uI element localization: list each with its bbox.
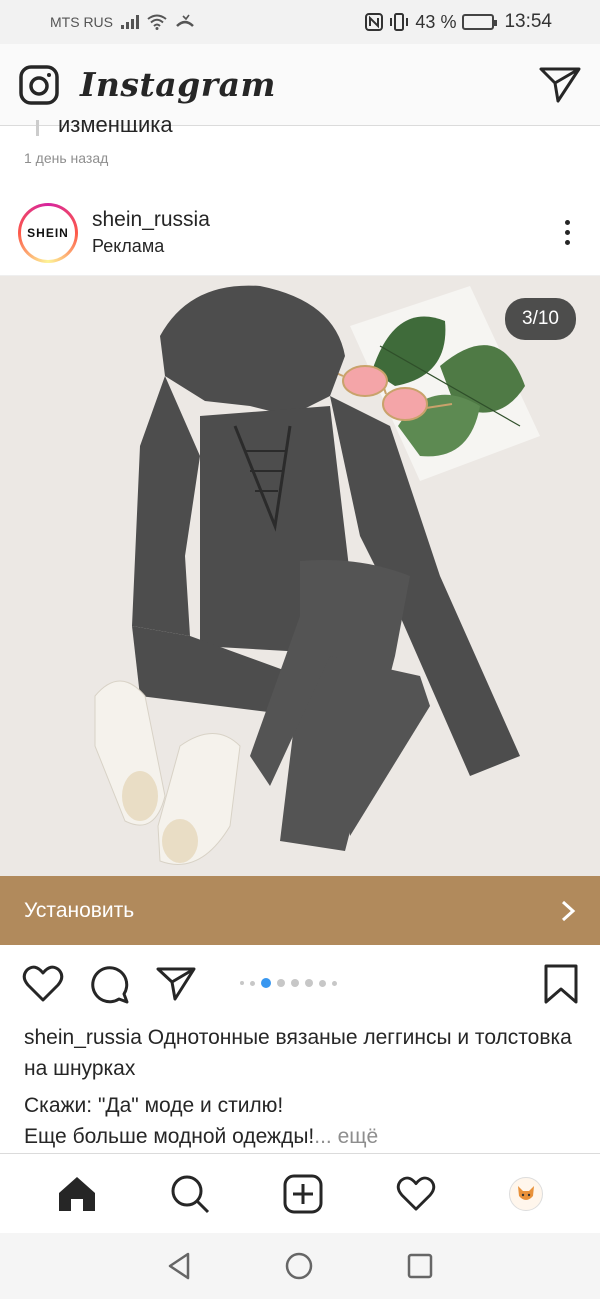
caption-username[interactable]: shein_russia: [24, 1026, 142, 1049]
wifi-icon: [147, 14, 167, 30]
home-circle-icon[interactable]: [284, 1251, 314, 1281]
camera-icon[interactable]: [18, 64, 60, 106]
sneakers-illustration: [94, 680, 241, 865]
missed-call-icon: [176, 14, 194, 27]
back-icon[interactable]: [166, 1251, 192, 1281]
post-image[interactable]: 3/10: [0, 276, 600, 876]
clock: 13:54: [504, 11, 552, 32]
system-navigation-bar: [0, 1233, 600, 1299]
status-bar: MTS RUS 43 % 13:54: [0, 0, 600, 44]
new-post-icon[interactable]: [283, 1174, 323, 1214]
nfc-icon: [365, 13, 384, 31]
post-actions-bar: [0, 960, 600, 1008]
avatar-logo: SHEIN: [21, 205, 75, 260]
carrier-label: MTS RUS: [50, 14, 113, 30]
avatar[interactable]: SHEIN: [18, 202, 78, 263]
like-heart-icon[interactable]: [22, 965, 64, 1003]
bookmark-icon[interactable]: [544, 964, 578, 1004]
caption-more-link[interactable]: ... ещё: [314, 1125, 378, 1148]
post-caption: shein_russia Однотонные вязаные леггинсы…: [24, 1022, 579, 1084]
post-caption-continued: Скажи: "Да" моде и стилю! Еще больше мод…: [24, 1090, 579, 1152]
activity-heart-icon[interactable]: [396, 1176, 436, 1212]
product-photo: [94, 285, 540, 865]
search-icon[interactable]: [170, 1174, 210, 1214]
previous-post-timestamp: 1 день назад: [24, 150, 109, 166]
share-send-icon[interactable]: [156, 966, 196, 1002]
signal-icon: [121, 15, 139, 29]
app-logo: Instagram: [80, 65, 276, 104]
carousel-indicator: [240, 978, 337, 988]
direct-message-icon[interactable]: [538, 65, 582, 105]
fox-avatar-icon: [518, 1185, 535, 1200]
recents-icon[interactable]: [406, 1252, 434, 1280]
post-header: SHEIN shein_russia Реклама: [0, 190, 600, 276]
home-icon[interactable]: [57, 1175, 97, 1213]
caption-line: Скажи: "Да" моде и стилю!: [24, 1094, 284, 1117]
caption-line: Еще больше модной одежды!: [24, 1125, 315, 1148]
more-options-icon[interactable]: [565, 220, 570, 245]
install-cta-button[interactable]: Установить: [0, 876, 600, 945]
sponsored-label: Реклама: [92, 236, 165, 256]
comment-icon[interactable]: [90, 964, 130, 1004]
cta-label: Установить: [24, 898, 135, 922]
battery-icon: [462, 14, 498, 30]
profile-avatar[interactable]: [509, 1176, 544, 1211]
battery-percent: 43 %: [415, 11, 457, 32]
previous-post-caption: изменщика: [58, 112, 173, 132]
chevron-right-icon: [561, 900, 576, 921]
bottom-navigation: [0, 1153, 600, 1233]
vibrate-icon: [390, 13, 409, 31]
image-counter-badge: 3/10: [505, 298, 576, 340]
post-username[interactable]: shein_russia: [92, 208, 210, 232]
carousel-dot-active: [261, 978, 271, 988]
previous-comment-thread-line: [36, 120, 39, 136]
